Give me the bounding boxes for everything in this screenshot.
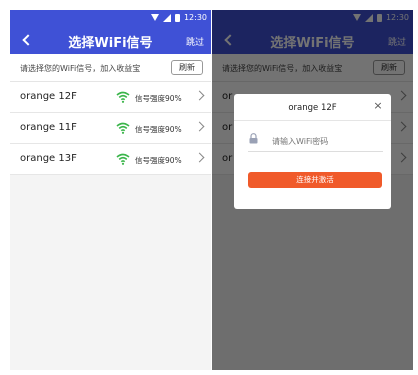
connect-activate-button[interactable]: 连接并激活 — [248, 172, 382, 188]
hint-row: 请选择您的WiFi信号，加入收益宝 刷新 — [10, 54, 211, 82]
wifi-password-screen: 12:30 选择WiFi信号 跳过 请选择您的WiFi信号，加入收益宝 刷新 o… — [212, 10, 413, 370]
lock-icon — [249, 133, 258, 144]
status-bar: 12:30 — [10, 10, 211, 26]
dialog-title: orange 12F — [288, 103, 337, 113]
refresh-button[interactable]: 刷新 — [171, 60, 203, 75]
nav-bar: 选择WiFi信号 跳过 — [10, 26, 211, 54]
wifi-item[interactable]: orange 11F 信号强度90% — [10, 113, 211, 144]
password-dialog: orange 12F × 连接并激活 — [234, 94, 391, 209]
wifi-ssid: orange 11F — [20, 122, 77, 133]
signal-status-icon — [162, 13, 171, 22]
battery-icon — [174, 13, 180, 22]
wifi-signal-icon — [116, 122, 130, 134]
wifi-signal-icon — [116, 153, 130, 165]
input-underline — [248, 151, 383, 152]
wifi-ssid: orange 12F — [20, 91, 77, 102]
wifi-strength: 信号强度90% — [135, 125, 182, 134]
wifi-signal-icon — [116, 91, 130, 103]
status-time: 12:30 — [183, 13, 207, 22]
divider — [234, 120, 391, 121]
hint-text: 请选择您的WiFi信号，加入收益宝 — [20, 64, 141, 73]
page-title: 选择WiFi信号 — [68, 36, 153, 51]
chevron-right-icon — [194, 90, 205, 101]
wifi-password-input[interactable] — [272, 135, 382, 147]
close-icon[interactable]: × — [372, 100, 384, 112]
wifi-list-screen: 12:30 选择WiFi信号 跳过 请选择您的WiFi信号，加入收益宝 刷新 o… — [10, 10, 211, 370]
wifi-list: orange 12F 信号强度90% orange 11F 信号强度90% or… — [10, 82, 211, 175]
wifi-item[interactable]: orange 12F 信号强度90% — [10, 82, 211, 113]
wifi-ssid: orange 13F — [20, 153, 77, 164]
wifi-item[interactable]: orange 13F 信号强度90% — [10, 144, 211, 175]
wifi-status-icon — [150, 14, 159, 21]
chevron-right-icon — [194, 152, 205, 163]
chevron-right-icon — [194, 121, 205, 132]
skip-button[interactable]: 跳过 — [186, 35, 204, 48]
wifi-strength: 信号强度90% — [135, 94, 182, 103]
wifi-strength: 信号强度90% — [135, 156, 182, 165]
